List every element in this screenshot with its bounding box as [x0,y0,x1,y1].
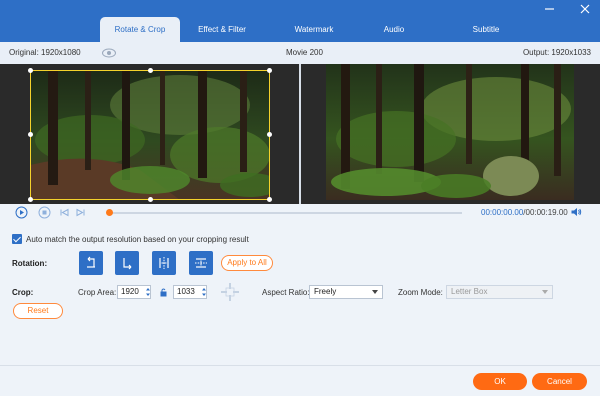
minimize-button[interactable] [543,2,557,16]
total-time: /00:00:19.00 [523,208,568,217]
original-resolution: Original: 1920x1080 [9,48,81,57]
zoom-mode-label: Zoom Mode: [398,288,443,297]
next-frame-button[interactable] [74,206,87,219]
aspect-ratio-value: Freely [314,287,337,296]
auto-match-label: Auto match the output resolution based o… [26,234,249,244]
footer: OK Cancel [0,365,600,396]
close-icon [580,4,590,14]
current-time: 00:00:00.00 [481,208,524,217]
crop-handle-bm[interactable] [148,197,153,202]
crop-handle-br[interactable] [267,197,272,202]
crop-height-stepper[interactable] [200,285,208,299]
volume-icon [571,208,582,216]
tab-strip: Rotate & Crop Effect & Filter Watermark … [100,17,518,42]
apply-to-all-button[interactable]: Apply to All [221,255,273,271]
rotate-right-button[interactable] [115,251,139,275]
tab-watermark[interactable]: Watermark [274,17,354,42]
crop-handle-mr[interactable] [267,132,272,137]
flip-horizontal-icon [159,257,169,269]
crop-handle-bl[interactable] [28,197,33,202]
center-crop-icon[interactable] [220,282,240,302]
volume-button[interactable] [570,206,582,218]
title-bar: Rotate & Crop Effect & Filter Watermark … [0,0,600,42]
stop-button[interactable] [38,206,51,219]
crop-handle-tm[interactable] [148,68,153,73]
progress-track[interactable] [109,212,462,214]
flip-vertical-button[interactable] [189,251,213,275]
chevron-down-icon [542,290,548,294]
crop-handle-tl[interactable] [28,68,33,73]
play-icon [15,206,28,219]
rotate-left-button[interactable] [79,251,103,275]
timecode: 00:00:00.00/00:00:19.00 [481,208,568,217]
cancel-button[interactable]: Cancel [532,373,587,390]
playback-bar: 00:00:00.00/00:00:19.00 [0,204,600,221]
output-resolution: Output: 1920x1033 [522,48,591,57]
zoom-mode-select[interactable]: Letter Box [446,285,553,299]
crop-width-stepper[interactable] [144,285,152,299]
aspect-ratio-select[interactable]: Freely [309,285,383,299]
tab-audio[interactable]: Audio [364,17,424,42]
prev-frame-button[interactable] [58,206,71,219]
minimize-icon [545,8,554,10]
reset-button[interactable]: Reset [13,303,63,319]
close-button[interactable] [578,2,592,16]
tab-subtitle[interactable]: Subtitle [456,17,516,42]
stepper-arrows-icon [146,288,150,296]
rotate-right-icon [123,258,132,270]
crop-handle-ml[interactable] [28,132,33,137]
skip-forward-icon [76,208,85,217]
zoom-mode-value: Letter Box [451,287,488,296]
tab-rotate-crop[interactable]: Rotate & Crop [100,17,180,42]
tab-effect-filter[interactable]: Effect & Filter [182,17,262,42]
crop-handle-tr[interactable] [267,68,272,73]
auto-match-option[interactable]: Auto match the output resolution based o… [12,234,249,244]
flip-vertical-icon [195,258,207,268]
file-name: Movie 200 [286,48,323,57]
auto-match-checkbox[interactable] [12,234,22,244]
stepper-arrows-icon [202,288,206,296]
lock-aspect-icon[interactable] [159,287,168,297]
skip-back-icon [60,208,69,217]
progress-knob[interactable] [106,209,113,216]
eye-icon[interactable] [101,46,117,60]
flip-horizontal-button[interactable] [152,251,176,275]
aspect-ratio-label: Aspect Ratio: [262,288,310,297]
chevron-down-icon [372,290,378,294]
forest-video-output-frame [326,64,574,200]
play-button[interactable] [15,206,28,219]
rotate-left-icon [87,256,95,268]
stop-icon [38,206,51,219]
info-bar: Original: 1920x1080 Movie 200 Output: 19… [0,42,600,64]
crop-area-label: Crop Area: [78,288,117,297]
crop-selection[interactable] [30,70,270,200]
ok-button[interactable]: OK [473,373,527,390]
crop-label: Crop: [12,288,34,297]
rotation-label: Rotation: [12,259,48,268]
